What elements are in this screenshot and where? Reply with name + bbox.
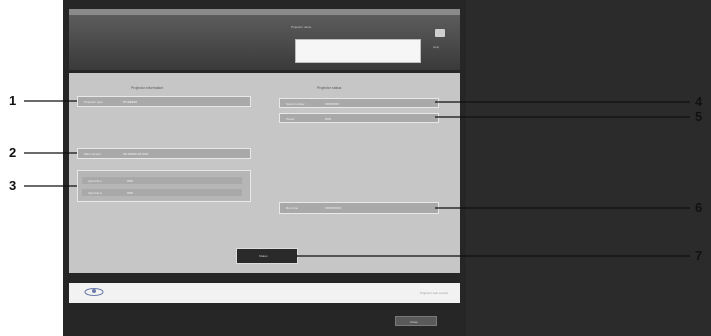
footer-text: Projector web control — [419, 291, 448, 295]
serial-number-field: Serial number XXXXXXX — [279, 98, 439, 108]
footer-bar: Projector web control — [69, 283, 460, 303]
power-value: XXX — [325, 117, 332, 121]
help-icon[interactable] — [435, 29, 445, 37]
projector-status-title: Projector status — [317, 86, 342, 90]
help-label: Help — [433, 45, 440, 49]
run-time-label: Run time — [286, 206, 299, 210]
web-control-screen: Projector name Help Projector informatio… — [63, 0, 466, 336]
main-version-label: Main version — [84, 152, 102, 156]
callout-6: 6 — [695, 200, 703, 215]
callout-2: 2 — [9, 145, 17, 160]
projector-type-value: PT-REZ10 — [123, 100, 138, 104]
main-version-field: Main version XX.XX/XX.XX.XXX — [77, 148, 251, 159]
input-row-2-label: Input No.2 — [88, 191, 102, 195]
run-time-value: XXXXXXXX — [325, 206, 342, 210]
status-button[interactable]: Status — [236, 248, 298, 264]
status-button-label: Status — [259, 254, 268, 258]
power-field: Power XXX — [279, 113, 439, 123]
input-row-2-value: XXX — [127, 191, 134, 195]
power-label: Power — [286, 117, 295, 121]
main-version-value: XX.XX/XX.XX.XXX — [123, 152, 149, 156]
close-button[interactable]: Close — [395, 316, 437, 326]
callout-4: 4 — [695, 94, 703, 109]
brand-logo-icon — [84, 288, 104, 296]
serial-number-value: XXXXXXX — [325, 102, 340, 106]
close-button-label: Close — [410, 320, 418, 324]
header-field-label: Projector name — [291, 25, 312, 29]
information-panel: Projector information Projector status P… — [69, 73, 460, 273]
projector-name-box — [295, 39, 421, 63]
serial-number-label: Serial number — [286, 102, 305, 106]
input-row-2: Input No.2 XXX — [82, 189, 242, 196]
callout-1: 1 — [9, 93, 17, 108]
projector-type-field: Projector type PT-REZ10 — [77, 96, 251, 107]
input-row-1-label: Input No.1 — [88, 179, 102, 183]
input-row-1-value: XXX — [127, 179, 134, 183]
callout-3: 3 — [9, 178, 17, 193]
right-dark-panel — [466, 0, 711, 336]
header-banner: Projector name Help — [69, 15, 460, 70]
callout-7: 7 — [695, 248, 703, 263]
input-versions-group: Input No.1 XXX Input No.2 XXX — [77, 170, 251, 202]
run-time-field: Run time XXXXXXXX — [279, 202, 439, 214]
callout-5: 5 — [695, 109, 703, 124]
projector-information-title: Projector information — [131, 86, 164, 90]
projector-type-label: Projector type — [84, 100, 103, 104]
input-row-1: Input No.1 XXX — [82, 177, 242, 184]
